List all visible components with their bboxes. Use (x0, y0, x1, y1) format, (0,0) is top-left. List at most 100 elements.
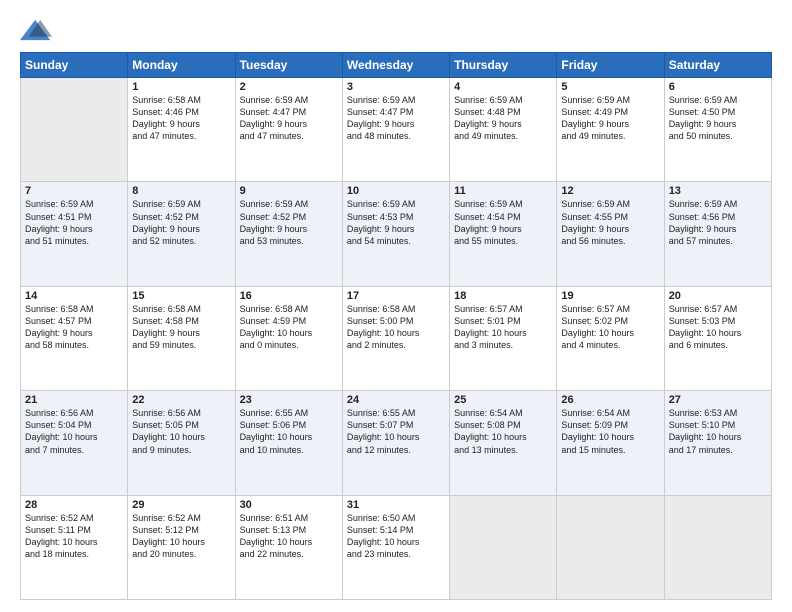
calendar-cell: 31Sunrise: 6:50 AMSunset: 5:14 PMDayligh… (342, 495, 449, 599)
weekday-header-cell: Saturday (664, 53, 771, 78)
logo (20, 16, 55, 44)
calendar-cell: 17Sunrise: 6:58 AMSunset: 5:00 PMDayligh… (342, 286, 449, 390)
calendar-cell: 5Sunrise: 6:59 AMSunset: 4:49 PMDaylight… (557, 78, 664, 182)
calendar-cell: 29Sunrise: 6:52 AMSunset: 5:12 PMDayligh… (128, 495, 235, 599)
day-info: Sunrise: 6:59 AMSunset: 4:51 PMDaylight:… (25, 198, 123, 247)
day-info: Sunrise: 6:52 AMSunset: 5:12 PMDaylight:… (132, 512, 230, 561)
calendar-cell (450, 495, 557, 599)
day-number: 16 (240, 290, 338, 302)
page: SundayMondayTuesdayWednesdayThursdayFrid… (0, 0, 792, 612)
day-info: Sunrise: 6:59 AMSunset: 4:52 PMDaylight:… (240, 198, 338, 247)
day-info: Sunrise: 6:57 AMSunset: 5:03 PMDaylight:… (669, 303, 767, 352)
day-info: Sunrise: 6:59 AMSunset: 4:53 PMDaylight:… (347, 198, 445, 247)
day-info: Sunrise: 6:57 AMSunset: 5:01 PMDaylight:… (454, 303, 552, 352)
day-number: 29 (132, 499, 230, 511)
calendar-cell: 7Sunrise: 6:59 AMSunset: 4:51 PMDaylight… (21, 182, 128, 286)
weekday-header-cell: Monday (128, 53, 235, 78)
calendar-cell: 28Sunrise: 6:52 AMSunset: 5:11 PMDayligh… (21, 495, 128, 599)
day-info: Sunrise: 6:59 AMSunset: 4:49 PMDaylight:… (561, 94, 659, 143)
day-number: 18 (454, 290, 552, 302)
day-info: Sunrise: 6:54 AMSunset: 5:09 PMDaylight:… (561, 407, 659, 456)
day-number: 24 (347, 394, 445, 406)
weekday-header-cell: Sunday (21, 53, 128, 78)
calendar-cell (21, 78, 128, 182)
calendar-cell: 1Sunrise: 6:58 AMSunset: 4:46 PMDaylight… (128, 78, 235, 182)
calendar-cell: 23Sunrise: 6:55 AMSunset: 5:06 PMDayligh… (235, 391, 342, 495)
calendar-cell: 8Sunrise: 6:59 AMSunset: 4:52 PMDaylight… (128, 182, 235, 286)
day-info: Sunrise: 6:59 AMSunset: 4:52 PMDaylight:… (132, 198, 230, 247)
weekday-header-cell: Thursday (450, 53, 557, 78)
day-number: 12 (561, 185, 659, 197)
day-info: Sunrise: 6:56 AMSunset: 5:05 PMDaylight:… (132, 407, 230, 456)
calendar-cell: 15Sunrise: 6:58 AMSunset: 4:58 PMDayligh… (128, 286, 235, 390)
day-number: 1 (132, 81, 230, 93)
calendar-cell: 3Sunrise: 6:59 AMSunset: 4:47 PMDaylight… (342, 78, 449, 182)
header (20, 16, 772, 44)
day-info: Sunrise: 6:58 AMSunset: 5:00 PMDaylight:… (347, 303, 445, 352)
day-number: 3 (347, 81, 445, 93)
calendar-cell: 27Sunrise: 6:53 AMSunset: 5:10 PMDayligh… (664, 391, 771, 495)
day-number: 28 (25, 499, 123, 511)
day-number: 15 (132, 290, 230, 302)
day-info: Sunrise: 6:59 AMSunset: 4:47 PMDaylight:… (347, 94, 445, 143)
day-number: 13 (669, 185, 767, 197)
calendar-cell: 30Sunrise: 6:51 AMSunset: 5:13 PMDayligh… (235, 495, 342, 599)
calendar-cell: 25Sunrise: 6:54 AMSunset: 5:08 PMDayligh… (450, 391, 557, 495)
calendar-cell: 16Sunrise: 6:58 AMSunset: 4:59 PMDayligh… (235, 286, 342, 390)
day-info: Sunrise: 6:59 AMSunset: 4:48 PMDaylight:… (454, 94, 552, 143)
weekday-header-row: SundayMondayTuesdayWednesdayThursdayFrid… (21, 53, 772, 78)
day-number: 23 (240, 394, 338, 406)
day-number: 31 (347, 499, 445, 511)
day-number: 14 (25, 290, 123, 302)
day-info: Sunrise: 6:55 AMSunset: 5:06 PMDaylight:… (240, 407, 338, 456)
calendar-cell: 14Sunrise: 6:58 AMSunset: 4:57 PMDayligh… (21, 286, 128, 390)
calendar-cell: 6Sunrise: 6:59 AMSunset: 4:50 PMDaylight… (664, 78, 771, 182)
day-info: Sunrise: 6:57 AMSunset: 5:02 PMDaylight:… (561, 303, 659, 352)
calendar-week-row: 21Sunrise: 6:56 AMSunset: 5:04 PMDayligh… (21, 391, 772, 495)
calendar-week-row: 14Sunrise: 6:58 AMSunset: 4:57 PMDayligh… (21, 286, 772, 390)
weekday-header-cell: Friday (557, 53, 664, 78)
day-number: 19 (561, 290, 659, 302)
day-info: Sunrise: 6:56 AMSunset: 5:04 PMDaylight:… (25, 407, 123, 456)
day-number: 21 (25, 394, 123, 406)
day-number: 22 (132, 394, 230, 406)
day-info: Sunrise: 6:58 AMSunset: 4:59 PMDaylight:… (240, 303, 338, 352)
day-number: 5 (561, 81, 659, 93)
day-info: Sunrise: 6:58 AMSunset: 4:46 PMDaylight:… (132, 94, 230, 143)
calendar-cell: 9Sunrise: 6:59 AMSunset: 4:52 PMDaylight… (235, 182, 342, 286)
day-number: 30 (240, 499, 338, 511)
day-number: 11 (454, 185, 552, 197)
day-info: Sunrise: 6:54 AMSunset: 5:08 PMDaylight:… (454, 407, 552, 456)
weekday-header-cell: Wednesday (342, 53, 449, 78)
day-info: Sunrise: 6:50 AMSunset: 5:14 PMDaylight:… (347, 512, 445, 561)
day-info: Sunrise: 6:59 AMSunset: 4:47 PMDaylight:… (240, 94, 338, 143)
calendar-cell: 20Sunrise: 6:57 AMSunset: 5:03 PMDayligh… (664, 286, 771, 390)
calendar-cell: 11Sunrise: 6:59 AMSunset: 4:54 PMDayligh… (450, 182, 557, 286)
day-number: 8 (132, 185, 230, 197)
calendar-cell (664, 495, 771, 599)
calendar-cell: 12Sunrise: 6:59 AMSunset: 4:55 PMDayligh… (557, 182, 664, 286)
calendar-cell: 18Sunrise: 6:57 AMSunset: 5:01 PMDayligh… (450, 286, 557, 390)
calendar-cell: 19Sunrise: 6:57 AMSunset: 5:02 PMDayligh… (557, 286, 664, 390)
calendar-week-row: 7Sunrise: 6:59 AMSunset: 4:51 PMDaylight… (21, 182, 772, 286)
day-number: 25 (454, 394, 552, 406)
calendar-cell: 4Sunrise: 6:59 AMSunset: 4:48 PMDaylight… (450, 78, 557, 182)
day-number: 7 (25, 185, 123, 197)
calendar-cell: 21Sunrise: 6:56 AMSunset: 5:04 PMDayligh… (21, 391, 128, 495)
calendar-cell: 24Sunrise: 6:55 AMSunset: 5:07 PMDayligh… (342, 391, 449, 495)
calendar-cell: 10Sunrise: 6:59 AMSunset: 4:53 PMDayligh… (342, 182, 449, 286)
weekday-header-cell: Tuesday (235, 53, 342, 78)
day-info: Sunrise: 6:59 AMSunset: 4:56 PMDaylight:… (669, 198, 767, 247)
day-info: Sunrise: 6:51 AMSunset: 5:13 PMDaylight:… (240, 512, 338, 561)
day-number: 10 (347, 185, 445, 197)
day-number: 27 (669, 394, 767, 406)
day-info: Sunrise: 6:58 AMSunset: 4:58 PMDaylight:… (132, 303, 230, 352)
day-info: Sunrise: 6:59 AMSunset: 4:54 PMDaylight:… (454, 198, 552, 247)
calendar-week-row: 1Sunrise: 6:58 AMSunset: 4:46 PMDaylight… (21, 78, 772, 182)
calendar-cell: 26Sunrise: 6:54 AMSunset: 5:09 PMDayligh… (557, 391, 664, 495)
day-number: 20 (669, 290, 767, 302)
day-info: Sunrise: 6:52 AMSunset: 5:11 PMDaylight:… (25, 512, 123, 561)
day-info: Sunrise: 6:53 AMSunset: 5:10 PMDaylight:… (669, 407, 767, 456)
calendar-cell: 2Sunrise: 6:59 AMSunset: 4:47 PMDaylight… (235, 78, 342, 182)
calendar-cell: 13Sunrise: 6:59 AMSunset: 4:56 PMDayligh… (664, 182, 771, 286)
